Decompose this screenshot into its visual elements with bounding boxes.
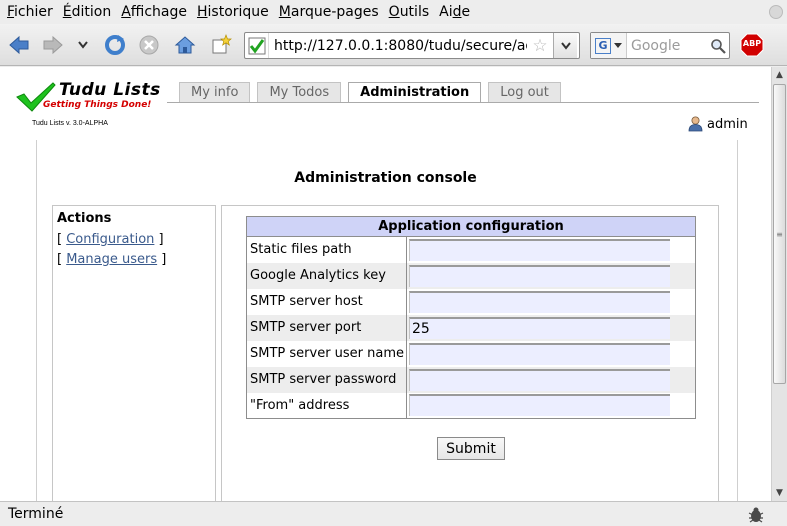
- menu-affichage[interactable]: Affichage: [116, 0, 192, 24]
- menu-aide[interactable]: Aide: [434, 0, 475, 24]
- bookmark-star-icon[interactable]: ☆: [527, 33, 553, 58]
- smtp-user-input[interactable]: [409, 342, 670, 365]
- url-bar[interactable]: ☆: [244, 32, 580, 59]
- action-item-manage-users: [ Manage users ]: [57, 252, 167, 267]
- static-files-path-input[interactable]: [409, 238, 670, 261]
- actions-panel: Actions [ Configuration ] [ Manage users…: [52, 205, 216, 501]
- search-engine-selector[interactable]: G: [591, 33, 627, 58]
- magnifier-icon: [711, 38, 726, 54]
- activity-indicator-icon: [769, 5, 783, 19]
- green-check-icon: [248, 37, 265, 54]
- search-icon[interactable]: [707, 38, 729, 54]
- google-icon: G: [595, 37, 611, 54]
- site-identity-icon[interactable]: [245, 33, 269, 58]
- manage-users-link[interactable]: Manage users: [66, 252, 157, 267]
- url-input[interactable]: [269, 34, 527, 57]
- menu-bar: Fichier Édition Affichage Historique Mar…: [0, 0, 787, 24]
- back-arrow-icon: [9, 35, 29, 55]
- logo-title: Tudu Lists: [59, 80, 161, 100]
- tab-administration[interactable]: Administration: [348, 82, 482, 103]
- google-analytics-key-input[interactable]: [409, 264, 670, 287]
- home-button[interactable]: [172, 33, 198, 57]
- scroll-up-arrow-icon[interactable]: ▲: [772, 67, 787, 83]
- config-label: SMTP server user name: [246, 340, 407, 367]
- table-row: "From" address: [246, 392, 696, 419]
- status-text: Terminé: [8, 506, 64, 522]
- browser-window: Fichier Édition Affichage Historique Mar…: [0, 0, 787, 526]
- logo[interactable]: Tudu Lists Getting Things Done!: [16, 80, 166, 112]
- menu-outils[interactable]: Outils: [384, 0, 434, 24]
- action-item-configuration: [ Configuration ]: [57, 232, 164, 247]
- smtp-host-input[interactable]: [409, 290, 670, 313]
- tab-log-out[interactable]: Log out: [488, 82, 561, 102]
- bookmark-star-icon: [212, 34, 232, 54]
- forward-button[interactable]: [40, 33, 66, 57]
- page-title: Administration console: [294, 170, 477, 186]
- page-viewport: Tudu Lists Getting Things Done! Tudu Lis…: [0, 67, 771, 501]
- config-label: SMTP server port: [246, 314, 407, 341]
- status-bar: Terminé: [0, 501, 787, 526]
- tab-my-info[interactable]: My info: [179, 82, 251, 102]
- url-history-dropdown[interactable]: [553, 33, 577, 58]
- config-label: "From" address: [246, 392, 407, 419]
- search-bar[interactable]: G: [590, 32, 730, 59]
- main-tabs: My info My Todos Administration Log out: [179, 82, 568, 103]
- menu-marque-pages[interactable]: Marque-pages: [274, 0, 384, 24]
- vertical-scrollbar[interactable]: ▲ ≡ ▼: [771, 67, 787, 501]
- from-address-input[interactable]: [409, 394, 670, 417]
- current-user: admin: [688, 116, 748, 132]
- chevron-down-icon: [560, 41, 571, 50]
- navigation-toolbar: ☆ G ABP: [0, 24, 787, 66]
- chevron-down-icon: [78, 41, 88, 49]
- tabs-divider: [167, 102, 759, 103]
- table-row: Google Analytics key: [246, 262, 696, 289]
- reload-button[interactable]: [102, 33, 128, 57]
- table-row: SMTP server password: [246, 366, 696, 393]
- config-label: Google Analytics key: [246, 262, 407, 289]
- menu-historique[interactable]: Historique: [192, 0, 274, 24]
- smtp-password-input[interactable]: [409, 368, 670, 391]
- table-row: SMTP server user name: [246, 340, 696, 367]
- stop-button[interactable]: [136, 33, 162, 57]
- scroll-thumb[interactable]: ≡: [773, 84, 786, 384]
- actions-title: Actions: [57, 211, 112, 226]
- bookmark-page-button[interactable]: [208, 33, 234, 57]
- back-button[interactable]: [6, 33, 32, 57]
- config-label: SMTP server host: [246, 288, 407, 315]
- adblock-label: ABP: [742, 39, 762, 48]
- table-row: SMTP server port: [246, 314, 696, 341]
- menu-fichier[interactable]: Fichier: [2, 0, 58, 24]
- smtp-port-input[interactable]: [409, 316, 670, 339]
- home-icon: [174, 36, 196, 54]
- config-label: Static files path: [246, 236, 407, 263]
- adblock-button[interactable]: ABP: [739, 33, 765, 57]
- table-row: Static files path: [246, 236, 696, 263]
- stop-icon: [139, 35, 159, 55]
- forward-arrow-icon: [43, 35, 63, 55]
- history-dropdown-button[interactable]: [74, 35, 92, 55]
- chevron-down-icon: [614, 42, 622, 48]
- version-label: Tudu Lists v. 3.0-ALPHA: [32, 120, 108, 127]
- logo-tagline: Getting Things Done!: [43, 100, 152, 110]
- user-icon: [688, 116, 703, 132]
- menu-edition[interactable]: Édition: [58, 0, 116, 24]
- firebug-icon[interactable]: [747, 506, 765, 524]
- reload-icon: [105, 35, 125, 55]
- scroll-down-arrow-icon[interactable]: ▼: [772, 485, 787, 501]
- table-row: SMTP server host: [246, 288, 696, 315]
- user-name: admin: [707, 116, 748, 132]
- search-input[interactable]: [627, 34, 707, 57]
- submit-button[interactable]: Submit: [437, 437, 505, 460]
- config-label: SMTP server password: [246, 366, 407, 393]
- tab-my-todos[interactable]: My Todos: [257, 82, 342, 102]
- config-table-header: Application configuration: [246, 216, 696, 237]
- configuration-link[interactable]: Configuration: [66, 232, 154, 247]
- config-table: Application configuration Static files p…: [246, 216, 696, 419]
